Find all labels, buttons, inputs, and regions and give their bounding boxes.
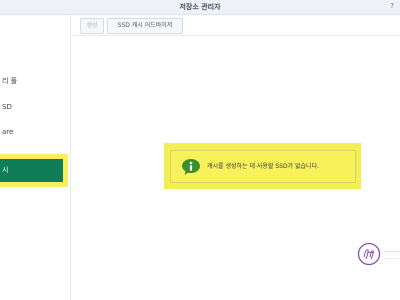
title-bar: 저장소 관리자 ? — [0, 0, 400, 15]
watermark-text-mark — [385, 251, 399, 259]
sidebar: 리 풀 SD are 시 — [0, 15, 71, 300]
sidebar-item-hardware[interactable]: are — [0, 124, 70, 140]
sidebar-item-label: SD — [2, 103, 12, 111]
storage-manager-window: 저장소 관리자 ? 리 풀 SD are 시 생성 SSD 캐시 어드바이저 캐… — [0, 0, 400, 300]
info-icon — [182, 159, 200, 175]
sidebar-item-ssd[interactable]: SD — [0, 99, 70, 115]
sidebar-item-label: 시 — [2, 166, 9, 174]
sidebar-item-label: 리 풀 — [2, 77, 18, 85]
watermark-logo — [357, 242, 381, 266]
sidebar-item-cache-highlight: 시 — [0, 154, 68, 187]
sidebar-item-cache[interactable]: 시 — [0, 159, 63, 182]
notice-message: 캐시를 생성하는 데 사용할 SSD가 없습니다. — [207, 163, 320, 170]
notice-highlight: 캐시를 생성하는 데 사용할 SSD가 없습니다. — [164, 143, 361, 189]
ssd-cache-advisor-button[interactable]: SSD 캐시 어드바이저 — [107, 18, 183, 34]
help-icon[interactable]: ? — [390, 2, 394, 10]
sidebar-item-label: are — [2, 128, 14, 136]
create-button[interactable]: 생성 — [80, 18, 104, 34]
window-title: 저장소 관리자 — [179, 3, 221, 11]
toolbar: 생성 SSD 캐시 어드바이저 — [71, 15, 400, 36]
empty-state-notice: 캐시를 생성하는 데 사용할 SSD가 없습니다. — [170, 150, 356, 183]
sidebar-item-storage-pool[interactable]: 리 풀 — [0, 73, 70, 89]
main-content: 생성 SSD 캐시 어드바이저 캐시를 생성하는 데 사용할 SSD가 없습니다… — [71, 15, 400, 300]
